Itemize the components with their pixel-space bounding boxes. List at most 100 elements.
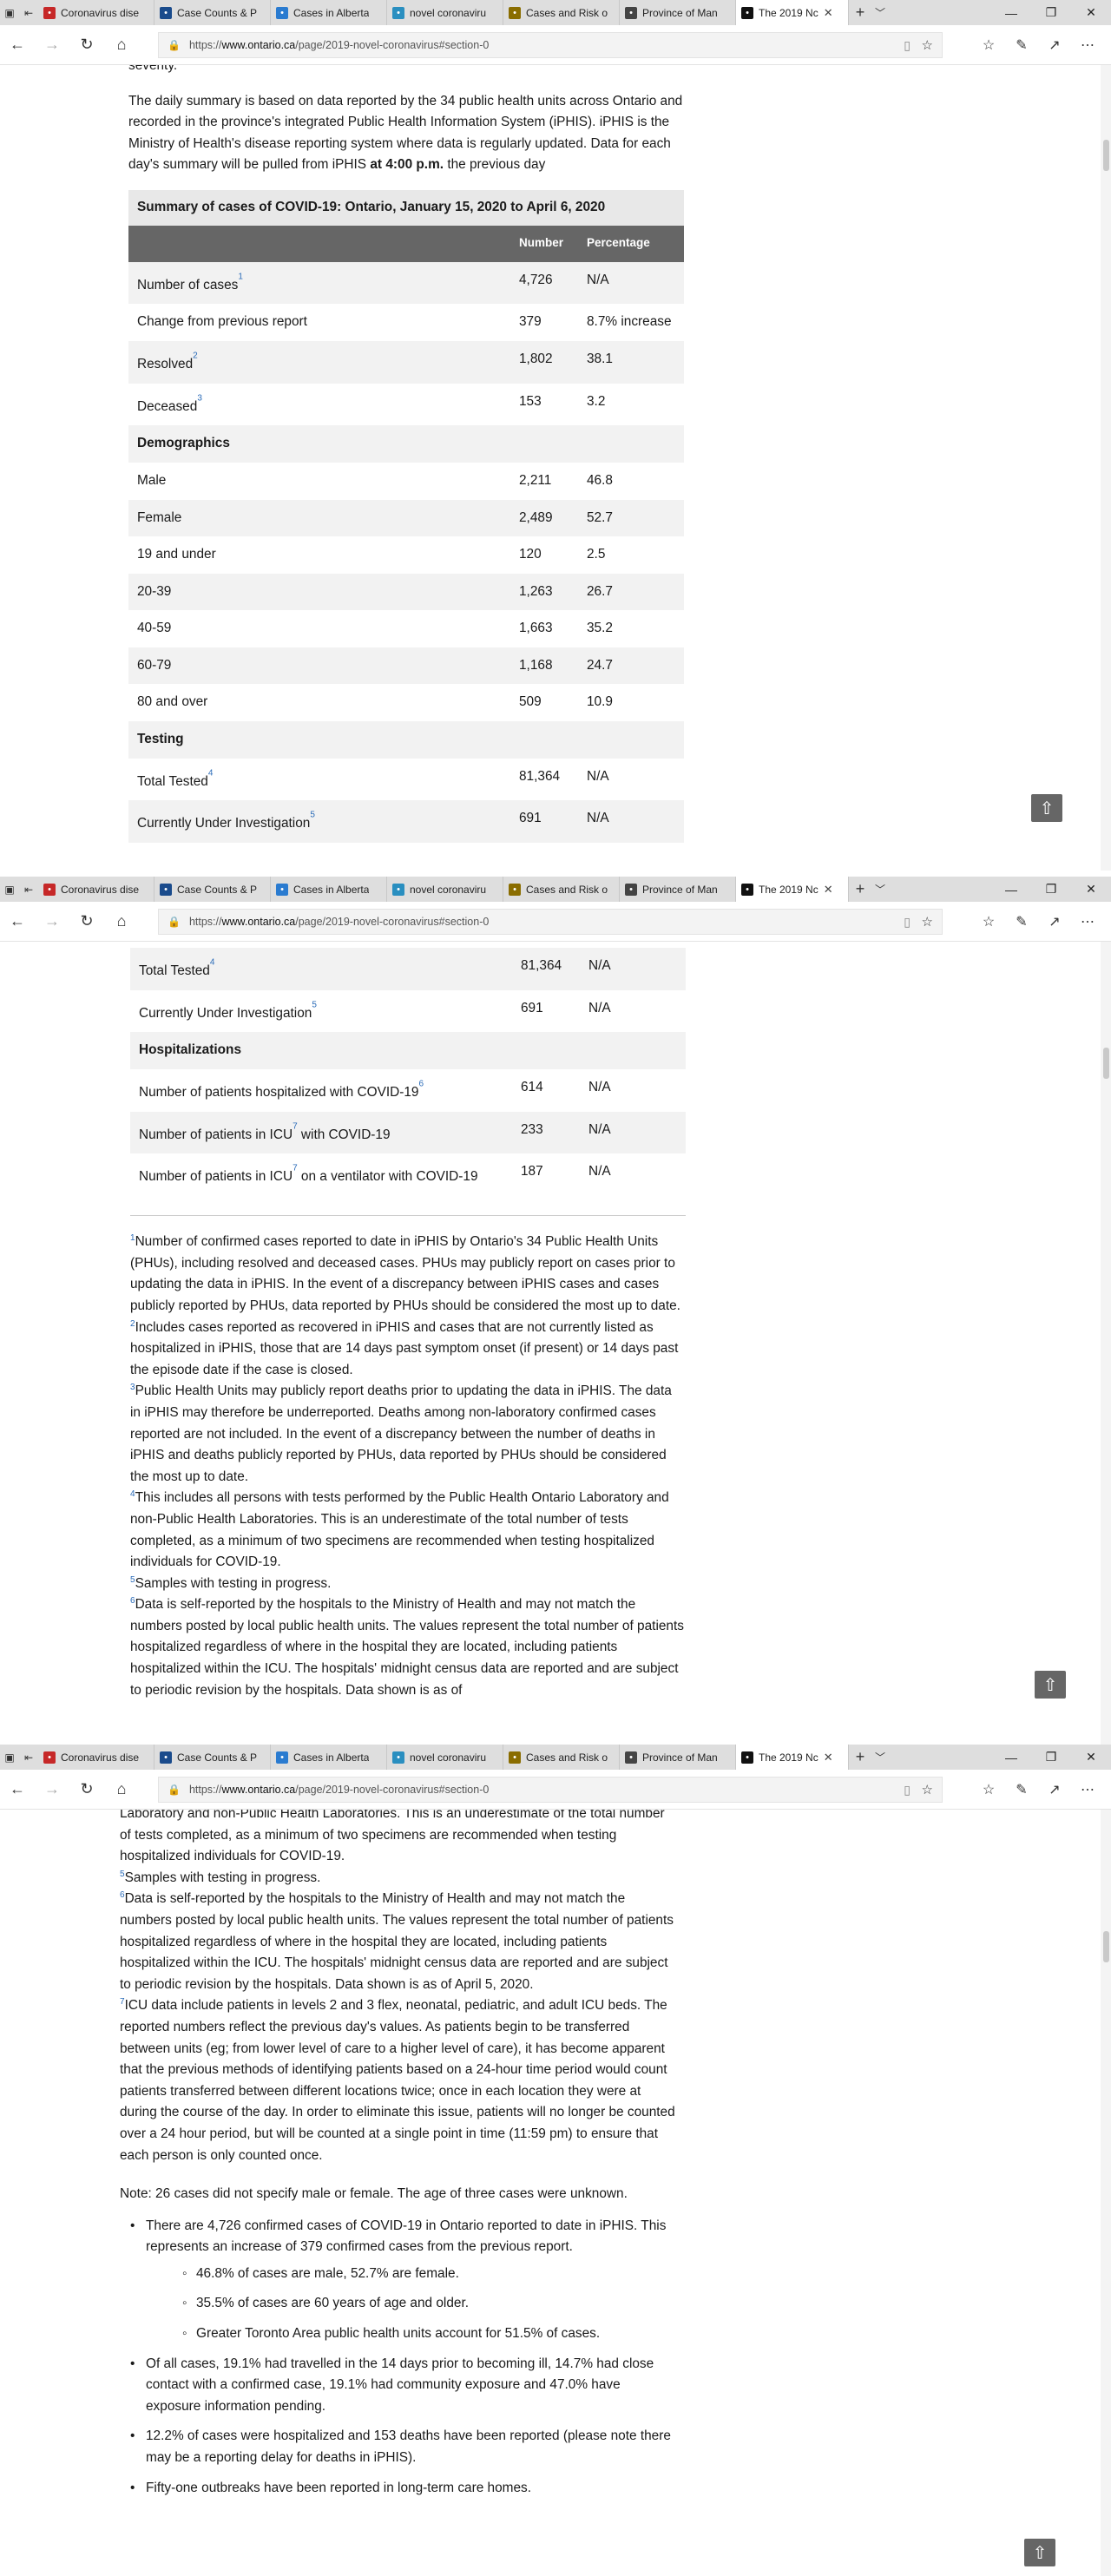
tab-3[interactable]: • Cases in Alberta [271, 0, 387, 25]
back-to-top-button[interactable]: ⇧ [1031, 794, 1062, 822]
minimize-button[interactable]: — [991, 877, 1031, 902]
tab-actions-icon[interactable]: ⇤ [19, 877, 38, 902]
footnote-link[interactable]: 3 [197, 393, 202, 403]
tab-5[interactable]: • Cases and Risk o [503, 1745, 620, 1770]
home-button[interactable]: ⌂ [104, 1780, 139, 1798]
refresh-button[interactable]: ↻ [69, 1780, 104, 1798]
notes-pen-icon[interactable]: ✎ [1005, 36, 1038, 54]
tab-7[interactable]: • The 2019 Nc ✕ [736, 1745, 849, 1770]
footnote-link[interactable]: 7 [293, 1164, 298, 1173]
home-button[interactable]: ⌂ [104, 36, 139, 54]
tab-2[interactable]: • Case Counts & P [154, 1745, 271, 1770]
favorite-star-icon[interactable]: ☆ [922, 37, 933, 53]
close-tab-icon[interactable]: ✕ [824, 1751, 833, 1764]
restore-button[interactable]: ❐ [1031, 877, 1071, 902]
window-menu-icon[interactable]: ▣ [0, 1745, 19, 1770]
tab-4[interactable]: • novel coronaviru [387, 877, 503, 902]
tab-4[interactable]: • novel coronaviru [387, 0, 503, 25]
scrollbar-thumb[interactable] [1103, 140, 1109, 171]
favorites-hub-icon[interactable]: ☆ [972, 913, 1005, 930]
forward-button[interactable]: → [35, 1780, 69, 1798]
footnote-link[interactable]: 5 [310, 811, 315, 820]
scrollbar-thumb[interactable] [1103, 1931, 1109, 1962]
favorites-hub-icon[interactable]: ☆ [972, 36, 1005, 54]
back-button[interactable]: ← [0, 1780, 35, 1798]
back-button[interactable]: ← [0, 36, 35, 54]
more-menu-icon[interactable]: ⋯ [1071, 1781, 1104, 1798]
share-icon[interactable]: ↗ [1038, 913, 1071, 930]
forward-button[interactable]: → [35, 36, 69, 54]
url-field[interactable]: 🔒 https://www.ontario.ca/page/2019-novel… [158, 909, 943, 935]
tab-6[interactable]: • Province of Man [620, 1745, 736, 1770]
url-field[interactable]: 🔒 https://www.ontario.ca/page/2019-novel… [158, 32, 943, 58]
minimize-button[interactable]: — [991, 0, 1031, 25]
table-row: 40-59 1,663 35.2 [128, 610, 684, 647]
footnote-link[interactable]: 5 [312, 1000, 317, 1009]
new-tab-button[interactable]: + [849, 880, 871, 898]
reading-view-icon[interactable]: ▯ [904, 915, 910, 930]
window-menu-icon[interactable]: ▣ [0, 0, 19, 25]
minimize-button[interactable]: — [991, 1745, 1031, 1770]
back-to-top-button[interactable]: ⇧ [1024, 2539, 1055, 2566]
footnote-link[interactable]: 4 [208, 768, 214, 778]
footnote-link[interactable]: 7 [293, 1121, 298, 1131]
footnote-link[interactable]: 2 [193, 352, 198, 361]
footnote-link[interactable]: 6 [419, 1080, 424, 1089]
favorite-star-icon[interactable]: ☆ [922, 1782, 933, 1797]
tab-label: Province of Man [642, 6, 718, 19]
tab-1[interactable]: • Coronavirus dise [38, 0, 154, 25]
reading-view-icon[interactable]: ▯ [904, 1783, 910, 1797]
close-tab-icon[interactable]: ✕ [824, 883, 833, 897]
tab-2[interactable]: • Case Counts & P [154, 877, 271, 902]
more-menu-icon[interactable]: ⋯ [1071, 913, 1104, 930]
tab-4[interactable]: • novel coronaviru [387, 1745, 503, 1770]
notes-pen-icon[interactable]: ✎ [1005, 913, 1038, 930]
close-tab-icon[interactable]: ✕ [824, 6, 833, 20]
footnote-link[interactable]: 1 [238, 272, 243, 281]
tab-list-chevron-icon[interactable]: ﹀ [871, 5, 889, 20]
tab-1[interactable]: • Coronavirus dise [38, 1745, 154, 1770]
refresh-button[interactable]: ↻ [69, 912, 104, 930]
tab-7[interactable]: • The 2019 Nc ✕ [736, 0, 849, 25]
url-field[interactable]: 🔒 https://www.ontario.ca/page/2019-novel… [158, 1777, 943, 1803]
scrollbar[interactable] [1101, 1810, 1111, 2576]
more-menu-icon[interactable]: ⋯ [1071, 36, 1104, 54]
tab-3[interactable]: • Cases in Alberta [271, 877, 387, 902]
home-button[interactable]: ⌂ [104, 912, 139, 930]
tab-3[interactable]: • Cases in Alberta [271, 1745, 387, 1770]
tab-actions-icon[interactable]: ⇤ [19, 0, 38, 25]
notes-pen-icon[interactable]: ✎ [1005, 1781, 1038, 1798]
back-to-top-button[interactable]: ⇧ [1035, 1671, 1066, 1699]
favorite-star-icon[interactable]: ☆ [922, 914, 933, 930]
forward-button[interactable]: → [35, 912, 69, 930]
new-tab-button[interactable]: + [849, 1748, 871, 1766]
restore-button[interactable]: ❐ [1031, 1745, 1071, 1770]
tab-6[interactable]: • Province of Man [620, 0, 736, 25]
back-button[interactable]: ← [0, 912, 35, 930]
scrollbar-thumb[interactable] [1103, 1048, 1109, 1079]
favorites-hub-icon[interactable]: ☆ [972, 1781, 1005, 1798]
share-icon[interactable]: ↗ [1038, 36, 1071, 54]
tab-list-chevron-icon[interactable]: ﹀ [871, 882, 889, 897]
scrollbar[interactable] [1101, 942, 1111, 1745]
close-window-button[interactable]: ✕ [1071, 0, 1111, 25]
restore-button[interactable]: ❐ [1031, 0, 1071, 25]
tab-6[interactable]: • Province of Man [620, 877, 736, 902]
close-window-button[interactable]: ✕ [1071, 877, 1111, 902]
row-percentage: N/A [578, 800, 684, 844]
refresh-button[interactable]: ↻ [69, 36, 104, 54]
share-icon[interactable]: ↗ [1038, 1781, 1071, 1798]
tab-5[interactable]: • Cases and Risk o [503, 0, 620, 25]
scrollbar[interactable] [1101, 65, 1111, 871]
tab-1[interactable]: • Coronavirus dise [38, 877, 154, 902]
tab-2[interactable]: • Case Counts & P [154, 0, 271, 25]
footnote-link[interactable]: 4 [210, 958, 215, 968]
tab-list-chevron-icon[interactable]: ﹀ [871, 1750, 889, 1764]
new-tab-button[interactable]: + [849, 3, 871, 22]
tab-5[interactable]: • Cases and Risk o [503, 877, 620, 902]
reading-view-icon[interactable]: ▯ [904, 38, 910, 53]
tab-actions-icon[interactable]: ⇤ [19, 1745, 38, 1770]
close-window-button[interactable]: ✕ [1071, 1745, 1111, 1770]
tab-7[interactable]: • The 2019 Nc ✕ [736, 877, 849, 902]
window-menu-icon[interactable]: ▣ [0, 877, 19, 902]
